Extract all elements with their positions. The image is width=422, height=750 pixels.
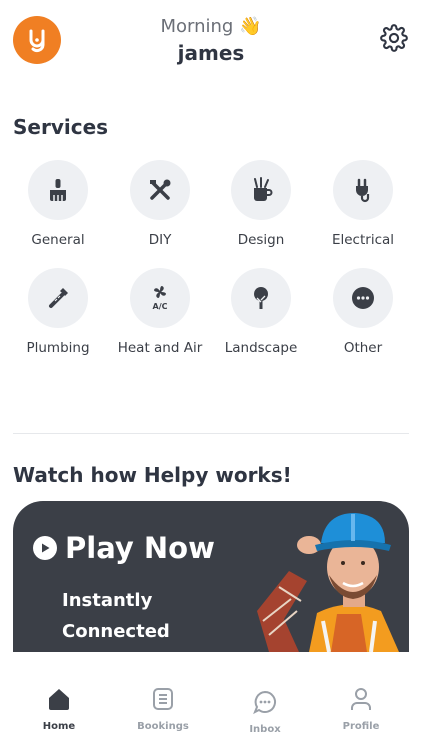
- svg-text:A/C: A/C: [153, 302, 168, 311]
- banner-line-2: Connected: [62, 621, 170, 642]
- service-design-tile: [231, 160, 291, 220]
- play-video-banner[interactable]: Play Now Instantly Connected: [13, 501, 409, 652]
- paint-cup-icon: [254, 177, 273, 201]
- service-diy-tile: [130, 160, 190, 220]
- plug-icon: [356, 178, 370, 203]
- bookings-icon: [153, 688, 173, 710]
- service-label: Design: [237, 232, 285, 248]
- home-icon: [49, 689, 69, 710]
- brush-icon: [50, 179, 66, 201]
- service-electrical[interactable]: Electrical: [313, 160, 413, 248]
- service-diy[interactable]: DIY: [110, 160, 210, 248]
- tab-label: Profile: [342, 721, 380, 732]
- services-title: Services: [13, 115, 109, 139]
- gear-icon[interactable]: [380, 24, 408, 52]
- service-heat-air-tile: A/C: [130, 268, 190, 328]
- play-now-button[interactable]: Play Now: [33, 531, 215, 565]
- service-general[interactable]: General: [8, 160, 108, 248]
- service-electrical-tile: [333, 160, 393, 220]
- service-label: Electrical: [331, 232, 395, 248]
- service-other-tile: [333, 268, 393, 328]
- greeting-text: Morning: [160, 16, 234, 37]
- service-general-tile: [28, 160, 88, 220]
- tree-icon: [254, 287, 268, 309]
- pipe-wrench-icon: [49, 288, 68, 308]
- service-label: General: [31, 232, 85, 248]
- service-label: Landscape: [224, 340, 298, 356]
- service-plumbing[interactable]: Plumbing: [8, 268, 108, 356]
- tab-inbox[interactable]: Inbox: [220, 689, 310, 735]
- service-other[interactable]: Other: [313, 268, 413, 356]
- service-label: Heat and Air: [117, 340, 203, 356]
- ac-fan-icon: A/C: [153, 286, 168, 311]
- service-plumbing-tile: [28, 268, 88, 328]
- tab-bookings[interactable]: Bookings: [118, 686, 208, 732]
- bottom-tab-bar: Home Bookings Inbox Profile: [0, 686, 422, 750]
- video-section-title: Watch how Helpy works!: [13, 463, 292, 487]
- chat-icon: [253, 690, 276, 715]
- service-landscape[interactable]: Landscape: [211, 268, 311, 356]
- profile-icon: [351, 688, 371, 710]
- tab-label: Bookings: [137, 721, 189, 732]
- worker-illustration: [257, 513, 399, 652]
- service-label: Plumbing: [26, 340, 90, 356]
- service-heat-air[interactable]: A/C Heat and Air: [110, 268, 210, 356]
- service-landscape-tile: [231, 268, 291, 328]
- tab-label: Inbox: [249, 724, 281, 735]
- tools-icon: [150, 179, 171, 200]
- username: james: [177, 41, 245, 65]
- tab-home[interactable]: Home: [14, 686, 104, 732]
- tab-label: Home: [42, 721, 76, 732]
- tab-profile[interactable]: Profile: [316, 686, 406, 732]
- more-icon: [352, 287, 374, 309]
- wave-icon: 👋: [239, 16, 262, 37]
- service-label: Other: [343, 340, 383, 356]
- play-now-label: Play Now: [65, 531, 215, 565]
- greeting: Morning 👋: [0, 16, 422, 37]
- play-icon: [33, 536, 57, 560]
- header: Morning 👋 james: [0, 0, 422, 90]
- service-label: DIY: [148, 232, 172, 248]
- divider: [13, 433, 409, 434]
- service-design[interactable]: Design: [211, 160, 311, 248]
- banner-line-1: Instantly: [62, 590, 153, 611]
